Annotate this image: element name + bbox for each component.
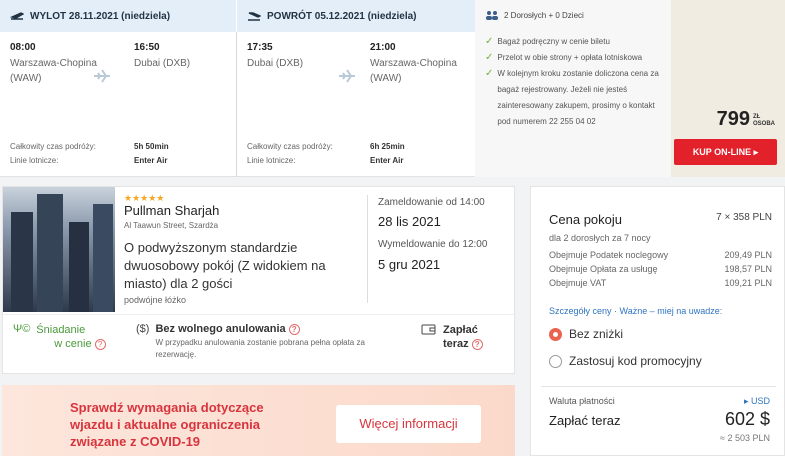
room-description: O podwyższonym standardzie dwuosobowy po… [124, 240, 326, 291]
inbound-duration: 6h 25min [370, 142, 405, 151]
outbound-airline: Enter Air [134, 156, 168, 165]
outbound-leg: WYLOT 28.11.2021 (niedziela) 08:00 Warsz… [0, 0, 236, 177]
currency-label: Waluta płatności [549, 396, 615, 406]
landing-icon [248, 12, 261, 21]
help-icon[interactable]: ? [471, 338, 483, 350]
more-info-button[interactable]: Więcej informacji [336, 405, 481, 443]
outbound-arr-time: 16:50 [134, 42, 160, 53]
inbound-header: POWRÓT 05.12.2021 (niedziela) [237, 0, 475, 32]
summary-links: Szczegóły ceny · Ważne – miej na uwadze: [549, 306, 723, 316]
cutlery-icon: Ψ© [13, 323, 31, 335]
price-value: 799 [716, 108, 750, 130]
checkin-label: Zameldowanie od 14:00 [378, 197, 485, 208]
inbound-arr-time: 21:00 [370, 42, 396, 53]
wallet-icon [421, 324, 436, 335]
inbound-airline: Enter Air [370, 156, 404, 165]
cancel-text: W przypadku anulowania zostanie pobrana … [155, 338, 365, 359]
divider [3, 314, 516, 315]
inbound-duration-label: Całkowity czas podróży: [247, 142, 333, 151]
pay-now-pln: ≈ 2 503 PLN [720, 433, 770, 443]
check-icon: ✓ [485, 68, 494, 79]
people-icon [486, 11, 498, 20]
info-list: ✓ Bagaż podręczny w cenie biletu ✓ Przelot… [485, 34, 665, 130]
check-icon: ✓ [485, 52, 494, 63]
hotel-name[interactable]: Pullman Sharjah [124, 203, 219, 218]
no-refund-icon: ($) [136, 323, 150, 335]
summary-row: Obejmuje Podatek noclegowy 209,49 PLN [549, 250, 772, 260]
bed-type: podwójne łóżko [124, 295, 187, 305]
important-note-link[interactable]: Ważne – miej na uwadze: [620, 306, 723, 316]
pay-now-label: Zapłać teraz [549, 413, 621, 428]
outbound-duration-label: Całkowity czas podróży: [10, 142, 96, 151]
outbound-dep-time: 08:00 [10, 42, 36, 53]
divider [541, 386, 776, 387]
outbound-title: WYLOT 28.11.2021 (niedziela) [30, 10, 171, 22]
takeoff-icon [10, 12, 24, 20]
breakfast-text: Śniadanie w cenie ? [36, 323, 106, 351]
covid-text: Sprawdź wymagania dotyczące wjazdu i akt… [70, 400, 264, 449]
price-per-person: 799 ZŁ OSOBA [717, 108, 775, 131]
inbound-airline-label: Linie lotnicze: [247, 156, 296, 165]
inbound-title: POWRÓT 05.12.2021 (niedziela) [267, 10, 417, 22]
flight-info-panel: 2 Dorosłych + 0 Dzieci ✓ Bagaż podręczny … [475, 0, 671, 177]
option-promo-code[interactable]: Zastosuj kod promocyjny [549, 354, 702, 369]
currency-selector[interactable]: ▸ USD [744, 396, 770, 407]
info-item: ✓ W kolejnym kroku zostanie doliczona cen… [485, 66, 665, 130]
checkout-label: Wymeldowanie do 12:00 [378, 239, 488, 250]
outbound-dep-code: (WAW) [10, 73, 42, 84]
summary-rows: Obejmuje Podatek noclegowy 209,49 PLN Obe… [549, 250, 772, 288]
checkout-date: 5 gru 2021 [378, 257, 441, 272]
plane-icon [339, 69, 355, 83]
pay-now-value: 602 $ [724, 409, 770, 429]
inbound-arr-place: Warszawa-Chopina [370, 58, 457, 69]
summary-title: Cena pokoju [549, 212, 622, 227]
inbound-dep-place: Dubai (DXB) [247, 58, 304, 69]
passengers: 2 Dorosłych + 0 Dzieci [485, 10, 584, 20]
pay-now: Zapłać teraz ? [421, 323, 483, 351]
radio-unselected[interactable] [549, 355, 562, 369]
buy-online-button[interactable]: KUP ON-LINE ▸ [674, 139, 777, 165]
price-summary: Cena pokoju 7 × 358 PLN dla 2 dorosłych … [530, 186, 785, 456]
breakfast: Ψ© Śniadanie w cenie ? [13, 323, 106, 351]
inbound-dep-time: 17:35 [247, 42, 273, 53]
checkin-date: 28 lis 2021 [378, 214, 441, 229]
outbound-duration: 5h 50min [134, 142, 169, 151]
info-item: ✓ Przelot w obie strony + opłata lotnisko… [485, 50, 665, 66]
outbound-airline-label: Linie lotnicze: [10, 156, 59, 165]
plane-icon [94, 69, 110, 83]
outbound-header: WYLOT 28.11.2021 (niedziela) [0, 0, 236, 32]
check-icon: ✓ [485, 36, 494, 47]
hotel-photo[interactable] [3, 187, 115, 312]
help-icon[interactable]: ? [94, 338, 106, 350]
passengers-text: 2 Dorosłych + 0 Dzieci [504, 10, 584, 20]
outbound-dep-place: Warszawa-Chopina [10, 58, 97, 69]
price-panel: 799 ZŁ OSOBA KUP ON-LINE ▸ [671, 0, 785, 177]
hotel-card: ★★★★★ Pullman Sharjah Al Taawun Street, … [2, 186, 516, 374]
summary-row: Obejmuje VAT 109,21 PLN [549, 278, 772, 288]
radio-selected[interactable] [549, 328, 562, 342]
summary-title-value: 7 × 358 PLN [716, 212, 772, 223]
hotel-address: Al Taawun Street, Szardża [124, 221, 219, 230]
summary-sub: dla 2 dorosłych za 7 nocy [549, 233, 651, 243]
summary-row: Obejmuje Opłata za usługę 198,57 PLN [549, 264, 772, 274]
price-unit: ZŁ OSOBA [752, 114, 775, 127]
inbound-leg: POWRÓT 05.12.2021 (niedziela) 17:35 Duba… [237, 0, 475, 177]
option-no-discount[interactable]: Bez zniżki [549, 327, 623, 342]
divider [367, 195, 368, 303]
cancellation: ($) Bez wolnego anulowania ? W przypadku… [136, 323, 396, 361]
cancel-title: Bez wolnego anulowania [155, 323, 286, 335]
info-item: ✓ Bagaż podręczny w cenie biletu [485, 34, 665, 50]
price-details-link[interactable]: Szczegóły ceny [549, 306, 612, 316]
covid-banner: Sprawdź wymagania dotyczące wjazdu i akt… [2, 385, 515, 456]
help-icon[interactable]: ? [288, 323, 300, 335]
inbound-arr-code: (WAW) [370, 73, 402, 84]
outbound-arr-place: Dubai (DXB) [134, 58, 191, 69]
